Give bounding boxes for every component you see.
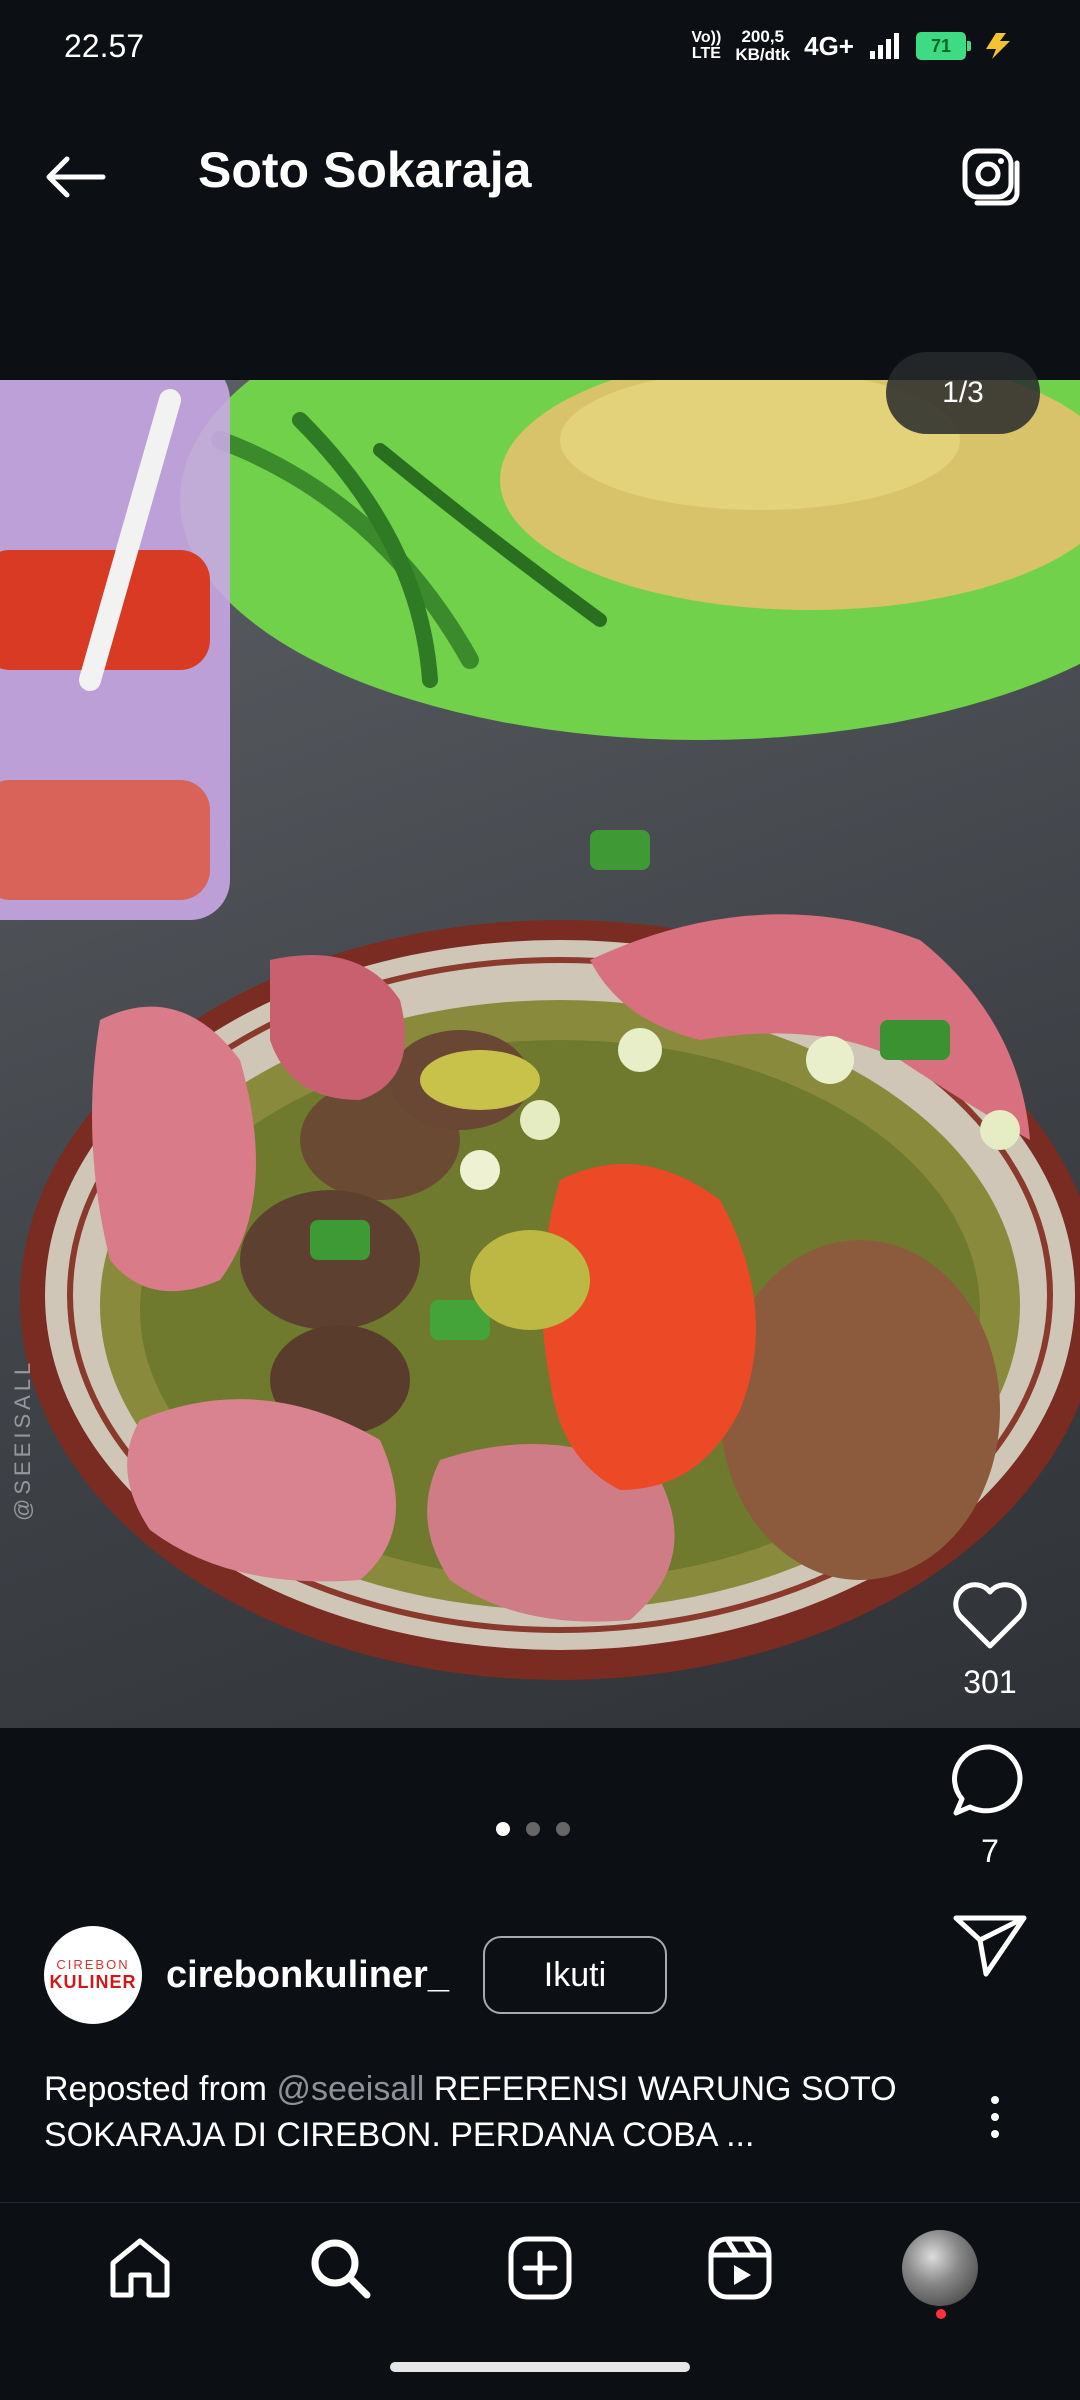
post-actions: 301 7 [940,1580,1040,1980]
bottom-navigation [0,2202,1080,2332]
follow-button[interactable]: Ikuti [482,1936,667,2014]
network-speed: 200,5 KB/dtk [735,27,791,64]
notification-dot [936,2308,946,2319]
image-counter: 1/3 [886,352,1040,434]
comment-button[interactable]: 7 [940,1741,1040,1870]
back-arrow-icon [46,156,106,198]
author-username[interactable]: cirebonkuliner_ [166,1954,449,1997]
camera-button[interactable] [956,140,1026,210]
status-icons: Vo)) LTE 200,5 KB/dtk 4G+ 71 [691,28,1020,64]
send-icon [953,1915,1027,1977]
charging-icon [986,33,1010,59]
create-icon [508,2236,572,2299]
heart-icon [953,1582,1027,1649]
post-image[interactable] [0,380,1080,1728]
status-bar: 22.57 Vo)) LTE 200,5 KB/dtk 4G+ 71 [0,0,1080,92]
photo-watermark: @SEEISALL [10,1358,35,1522]
post-caption[interactable]: Reposted from @seeisall REFERENSI WARUNG… [44,2066,924,2158]
like-button[interactable]: 301 [940,1580,1040,1701]
comment-icon [952,1744,1023,1816]
carousel-dot-active [496,1822,510,1836]
nav-create[interactable] [495,2223,585,2313]
carousel-dot [526,1822,540,1836]
home-indicator[interactable] [390,2362,690,2372]
nav-profile[interactable] [895,2223,985,2319]
more-icon [991,2096,999,2104]
more-options-button[interactable] [980,2096,1010,2138]
share-button[interactable] [940,1910,1040,1980]
like-count: 301 [963,1664,1017,1700]
carousel-dot [556,1822,570,1836]
soto-photo [0,380,1080,1680]
carousel-indicator [496,1822,570,1836]
top-app-bar: Soto Sokaraja [0,92,1080,252]
camera-icon [962,148,1020,206]
comment-count: 7 [981,1833,999,1869]
battery-icon: 71 [916,32,971,60]
home-icon [110,2238,170,2297]
reels-icon [708,2236,772,2299]
nav-search[interactable] [295,2223,385,2313]
network-type: 4G+ [804,30,854,61]
nav-reels[interactable] [695,2223,785,2313]
search-icon [311,2239,371,2298]
author-avatar[interactable]: CIREBON KULINER [44,1926,142,2024]
page-title: Soto Sokaraja [198,142,532,198]
signal-icon [870,33,899,59]
nav-home[interactable] [95,2223,185,2313]
back-button[interactable] [40,142,110,212]
profile-avatar [902,2229,978,2306]
clock: 22.57 [64,27,145,64]
caption-mention[interactable]: @seeisall [276,2070,424,2108]
post-author: CIREBON KULINER cirebonkuliner_ Ikuti [44,1926,667,2024]
volte-icon: Vo)) LTE [691,29,722,62]
